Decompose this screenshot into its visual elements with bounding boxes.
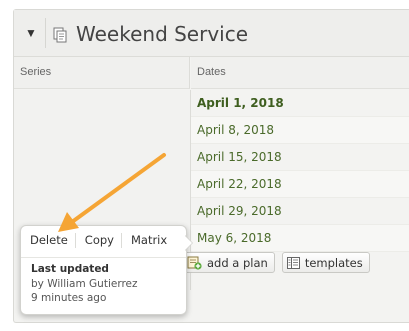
templates-icon [286,256,300,269]
plans-page: ▼ Weekend Service Series Dates April 1, … [0,0,409,331]
document-icon [53,27,67,43]
panel-header: ▼ Weekend Service [14,10,409,57]
last-updated-heading: Last updated [31,263,109,275]
date-row[interactable]: April 15, 2018 [191,144,409,171]
templates-label: templates [304,255,363,270]
date-row[interactable]: April 1, 2018 [191,90,409,117]
copy-link[interactable]: Copy [76,233,122,248]
date-row[interactable]: April 8, 2018 [191,117,409,144]
matrix-link[interactable]: Matrix [122,233,174,248]
add-plan-label: add a plan [207,255,268,270]
templates-button[interactable]: templates [281,252,370,273]
dates-column-header: Dates [191,57,409,89]
updated-time-text: 9 minutes ago [31,292,107,304]
add-plan-icon [187,256,202,270]
delete-link[interactable]: Delete [21,233,76,248]
service-type-title[interactable]: Weekend Service [76,22,248,46]
add-plan-button[interactable]: add a plan [182,252,275,273]
series-column-header: Series [14,57,190,89]
popover-divider [21,257,186,258]
dates-list: April 1, 2018 April 8, 2018 April 15, 20… [191,90,409,252]
date-row[interactable]: April 29, 2018 [191,198,409,225]
date-row[interactable]: May 6, 2018 [191,225,409,252]
popover-actions: Delete Copy Matrix [21,233,174,248]
triangle-down-icon: ▼ [25,26,37,40]
plan-actions: add a plan templates [182,252,370,273]
updated-by-text: by William Gutierrez [31,278,138,290]
plan-popover: Delete Copy Matrix Last updated by Willi… [20,225,192,315]
collapse-toggle[interactable]: ▼ [17,18,46,48]
date-row[interactable]: April 22, 2018 [191,171,409,198]
popover-pointer [184,235,192,251]
